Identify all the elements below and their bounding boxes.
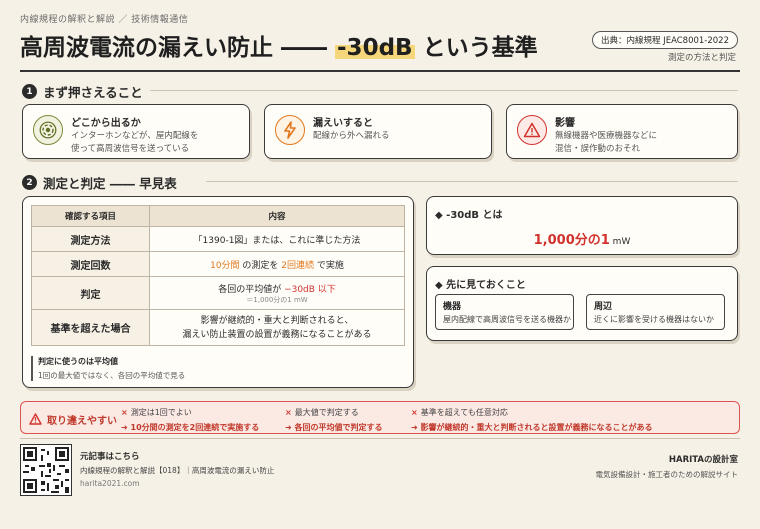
db-definition-card: ◆ -30dB とは 1,000分の1 mW: [426, 196, 738, 255]
mistake-item: × 最大値で判定する ➜ 各回の平均値で判定する: [285, 408, 383, 432]
info-card-source: どこから出るか インターホンなどが、屋内配線を 使って高周波信号を送っている: [22, 104, 250, 159]
check-box-device: 機器 屋内配線で高周波信号を送る機器か: [435, 294, 574, 330]
section2-heading: 2 測定と判定 ―― 早見表: [22, 173, 177, 192]
card-desc: 無線機器や医療機器などに 混信・誤作動のおそれ: [555, 131, 658, 154]
site-brand: HARITAの設計室 電気設備設計・施工者のための解説サイト: [596, 453, 739, 480]
brand-name: HARITAの設計室: [668, 455, 738, 465]
table-row: 基準を超えた場合 影響が継続的・重大と判断されると、 漏えい防止装置の設置が義務…: [31, 309, 405, 346]
lightning-icon: [275, 115, 305, 145]
table-header-content: 内容: [149, 205, 405, 227]
row-label-count: 測定回数: [31, 251, 150, 277]
row-value-count: 10分間 の測定を 2回連続 で実施: [149, 251, 405, 277]
table-header-item: 確認する項目: [31, 205, 150, 227]
source-badge: 出典：内線規程 JEAC8001-2022: [591, 31, 738, 49]
title-highlight: -30dB: [335, 35, 415, 61]
section2-number: 2: [22, 175, 37, 190]
method-note: 測定の方法と判定: [667, 53, 736, 63]
header-divider: [20, 70, 740, 72]
precheck-card: ◆ 先に見ておくこと 機器 屋内配線で高周波信号を送る機器か 周辺 近くに影響を…: [426, 266, 738, 341]
mistake-item: × 測定は1回でよい ➜ 10分間の測定を2回連続で実施する: [121, 408, 260, 432]
table-row: 測定回数 10分間 の測定を 2回連続 で実施: [31, 251, 405, 277]
card-desc: 配線から外へ漏れる: [313, 131, 390, 141]
info-card-leak: 漏えいすると 配線から外へ漏れる: [264, 104, 492, 159]
section1-rule: [150, 90, 738, 91]
footer-divider: [20, 438, 740, 439]
info-card-impact: 影響 無線機器や医療機器などに 混信・誤作動のおそれ: [506, 104, 738, 159]
signal-icon: [33, 115, 63, 145]
mistakes-label: 取り違えやすい: [29, 410, 117, 429]
quick-reference-card: 確認する項目 内容 測定方法 「1390-1図」または、これに準じた方法 測定回…: [22, 196, 414, 388]
card-desc: インターホンなどが、屋内配線を 使って高周波信号を送っている: [71, 131, 199, 154]
table-row: 判定 各回の平均値が −30dB 以下 ＝1,000分の1 mW: [31, 276, 405, 310]
article-reference: 元記事はこちら 内線規程の解釈と解説【018】｜高周波電流の漏えい防止 hari…: [80, 452, 275, 488]
row-value-method: 「1390-1図」または、これに準じた方法: [149, 226, 405, 252]
card-title: 影響: [555, 118, 575, 129]
warning-icon: [517, 115, 547, 145]
check-box-surroundings: 周辺 近くに影響を受ける機器はないか: [586, 294, 725, 330]
card-title: どこから出るか: [71, 118, 141, 129]
mistake-item: × 基準を超えても任意対応 ➜ 影響が継続的・重大と判断されると設置が義務になるこ…: [411, 408, 653, 432]
section2-title: 測定と判定 ―― 早見表: [43, 176, 177, 191]
db-value: 1,000分の1 mW: [533, 233, 631, 248]
series-label: 内線規程の解釈と解説 ／ 技術情報通信: [20, 15, 189, 25]
brand-tagline: 電気設備設計・施工者のための解説サイト: [595, 470, 739, 479]
page-title: 高周波電流の漏えい防止 ―― -30dB という基準: [20, 35, 538, 61]
article-url[interactable]: harita2021.com: [80, 479, 274, 488]
section1-heading: 1 まず押さえること: [22, 82, 143, 101]
row-value-exceed: 影響が継続的・重大と判断されると、 漏えい防止装置の設置が義務になることがある: [149, 309, 405, 346]
section1-number: 1: [22, 84, 37, 99]
section2-rule: [206, 181, 738, 182]
row-label-exceed: 基準を超えた場合: [31, 309, 150, 346]
table-row: 測定方法 「1390-1図」または、これに準じた方法: [31, 226, 405, 252]
row-value-judge: 各回の平均値が −30dB 以下 ＝1,000分の1 mW: [149, 276, 405, 310]
db-title: ◆ -30dB とは: [435, 210, 503, 221]
warning-icon: [29, 410, 42, 429]
section1-title: まず押さえること: [43, 85, 143, 100]
precheck-title: ◆ 先に見ておくこと: [435, 280, 526, 291]
row-label-method: 測定方法: [31, 226, 150, 252]
average-note: 判定に使うのは平均値 1回の最大値ではなく、各回の平均値で見る: [31, 356, 185, 381]
common-mistakes-banner: 取り違えやすい × 測定は1回でよい ➜ 10分間の測定を2回連続で実施する × 最…: [20, 401, 740, 434]
row-label-judge: 判定: [31, 276, 150, 310]
measurement-table: 確認する項目 内容 測定方法 「1390-1図」または、これに準じた方法 測定回…: [31, 205, 405, 346]
qr-code[interactable]: [20, 444, 72, 496]
card-title: 漏えいすると: [313, 118, 373, 129]
